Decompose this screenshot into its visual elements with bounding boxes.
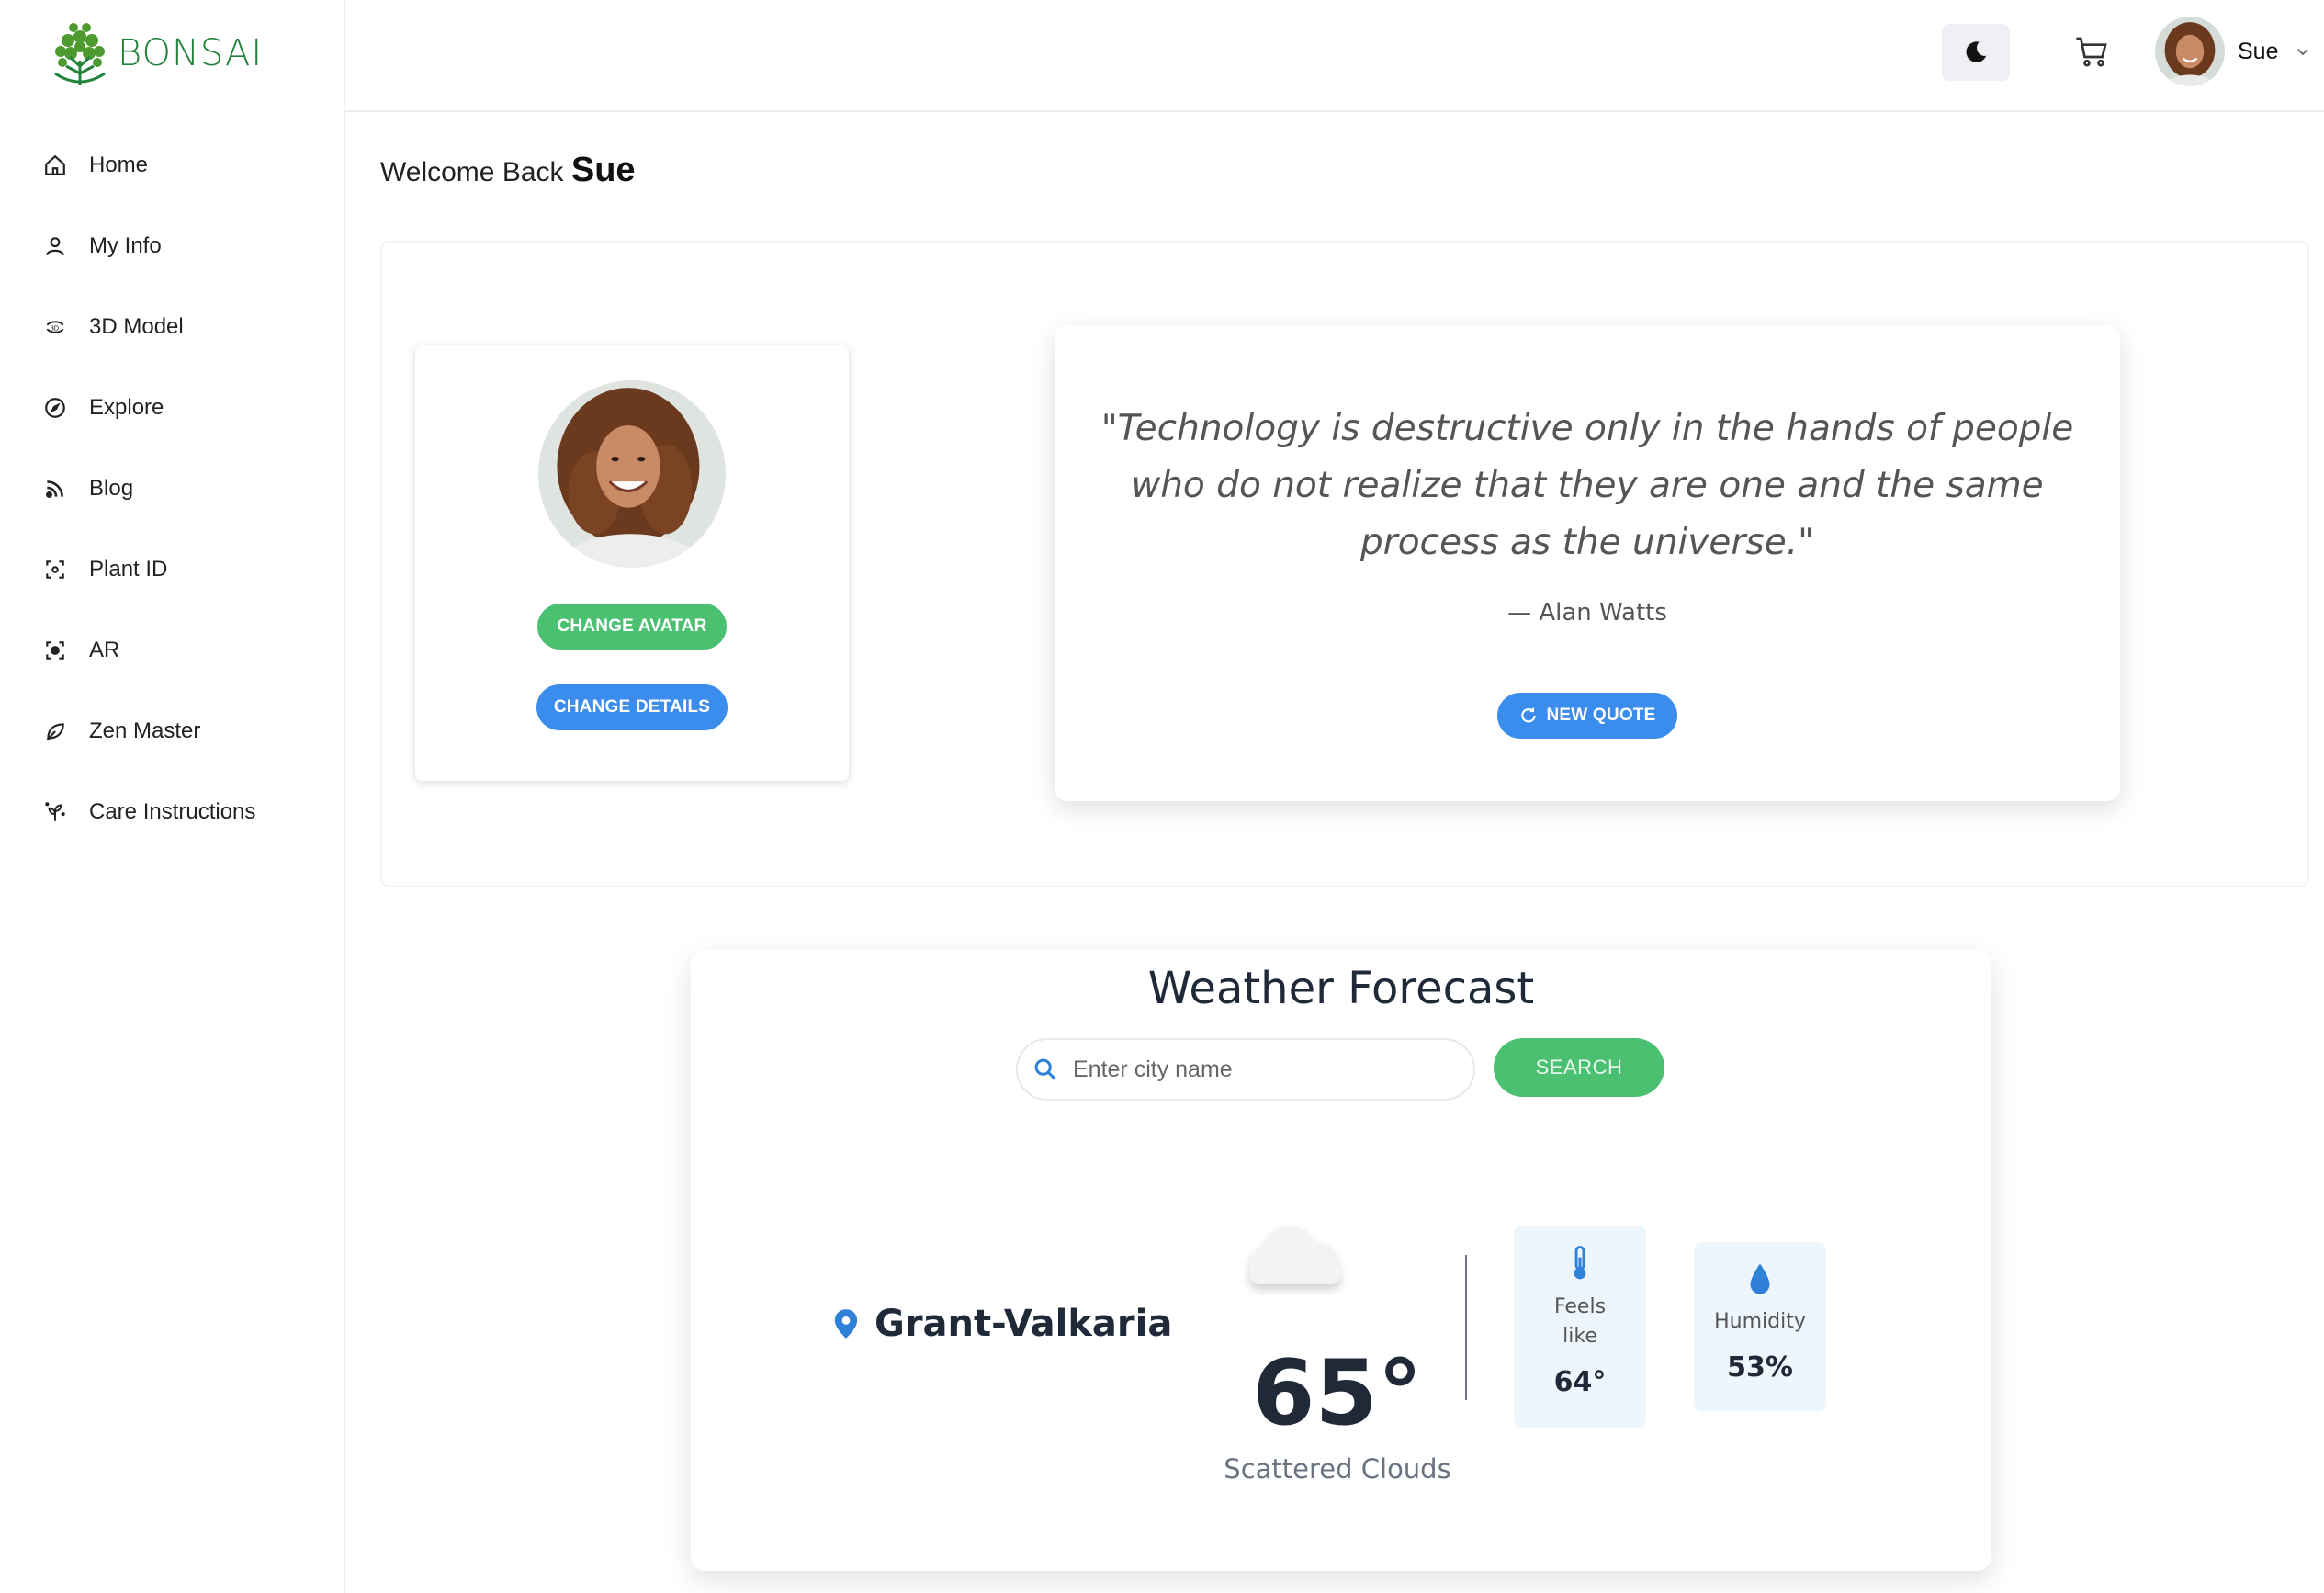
humidity-label: Humidity	[1714, 1310, 1806, 1333]
welcome-heading: Welcome Back Sue	[380, 151, 636, 190]
topbar: Sue	[345, 0, 2324, 112]
user-name: Sue	[2238, 38, 2279, 64]
chevron-down-icon	[2297, 49, 2309, 56]
quote-text: "Technology is destructive only in the h…	[1100, 408, 2074, 563]
user-icon	[42, 233, 68, 259]
svg-text:3D: 3D	[51, 323, 60, 332]
sidebar-nav: Home My Info 3D 3D Model Explore Blog Pl…	[42, 125, 255, 853]
feels-like-value: 64°	[1553, 1366, 1607, 1398]
city-search-input[interactable]	[1071, 1055, 1442, 1084]
divider	[1465, 1255, 1467, 1400]
compass-icon	[42, 395, 68, 421]
welcome-prefix: Welcome Back	[380, 157, 564, 187]
sidebar-item-label: Care Instructions	[89, 799, 256, 824]
humidity-card: Humidity 53%	[1694, 1242, 1826, 1411]
new-quote-button[interactable]: NEW QUOTE	[1497, 693, 1677, 739]
sidebar-item-plant-id[interactable]: Plant ID	[42, 529, 255, 610]
user-menu[interactable]: Sue	[2155, 17, 2311, 86]
sidebar-item-label: Home	[89, 153, 149, 177]
welcome-user-name: Sue	[570, 151, 636, 189]
location: Grant-Valkaria	[832, 1303, 1172, 1345]
feels-like-label: Feels like	[1553, 1295, 1607, 1348]
sidebar-item-zen-master[interactable]: Zen Master	[42, 691, 255, 772]
sidebar-item-label: Explore	[89, 395, 164, 420]
sidebar-item-home[interactable]: Home	[42, 125, 255, 206]
weather-condition: Scattered Clouds	[1224, 1453, 1451, 1485]
water-drop-icon	[1750, 1263, 1770, 1294]
sidebar: BONSAI Home My Info 3D 3D Model Explore	[0, 0, 345, 1593]
scan-icon	[42, 557, 68, 582]
sidebar-item-care-instructions[interactable]: Care Instructions	[42, 772, 255, 853]
humidity-value: 53%	[1727, 1351, 1793, 1384]
search-button[interactable]: SEARCH	[1494, 1038, 1664, 1097]
sidebar-item-label: My Info	[89, 233, 162, 258]
moon-icon	[1966, 41, 1987, 62]
avatar	[2155, 17, 2225, 86]
city-search-box	[1016, 1038, 1475, 1101]
thermometer-icon	[1574, 1246, 1586, 1280]
profile-card: CHANGE AVATAR CHANGE DETAILS	[415, 345, 849, 781]
location-name: Grant-Valkaria	[874, 1303, 1173, 1345]
cloud-icon	[1236, 1213, 1356, 1300]
sidebar-item-ar[interactable]: AR	[42, 610, 255, 691]
refresh-icon	[1520, 707, 1536, 723]
theme-toggle-button[interactable]	[1942, 24, 2010, 81]
location-pin-icon	[834, 1309, 858, 1339]
feels-like-card: Feels like 64°	[1514, 1226, 1646, 1428]
leaf-icon	[42, 718, 68, 744]
quote-card: "Technology is destructive only in the h…	[1055, 325, 2120, 801]
sprout-icon	[42, 799, 68, 825]
sidebar-item-my-info[interactable]: My Info	[42, 206, 255, 287]
profile-avatar	[538, 380, 726, 568]
sidebar-item-label: Plant ID	[89, 557, 168, 582]
brand-logo[interactable]: BONSAI	[48, 18, 263, 88]
quote-author: — Alan Watts	[1507, 599, 1667, 627]
sidebar-item-blog[interactable]: Blog	[42, 448, 255, 529]
change-avatar-button[interactable]: CHANGE AVATAR	[537, 604, 727, 650]
cart-icon	[2076, 37, 2107, 67]
temperature: 65°	[1252, 1341, 1423, 1446]
cart-button[interactable]	[2065, 26, 2118, 79]
ar-scan-icon	[42, 638, 68, 663]
sidebar-item-3d-model[interactable]: 3D 3D Model	[42, 287, 255, 367]
bonsai-tree-icon	[54, 23, 106, 85]
weather-title: Weather Forecast	[1147, 963, 1535, 1014]
change-details-button[interactable]: CHANGE DETAILS	[536, 684, 728, 730]
weather-card: Weather Forecast SEARCH Grant-Valkaria 6…	[691, 950, 1991, 1571]
new-quote-label: NEW QUOTE	[1546, 706, 1656, 725]
sidebar-item-label: Blog	[89, 476, 134, 501]
3d-rotate-icon: 3D	[42, 314, 68, 340]
sidebar-item-label: Zen Master	[89, 718, 201, 743]
sidebar-item-explore[interactable]: Explore	[42, 367, 255, 448]
rss-icon	[42, 476, 68, 502]
sidebar-item-label: AR	[89, 638, 120, 662]
home-icon	[42, 153, 68, 178]
sidebar-item-label: 3D Model	[89, 314, 184, 339]
search-icon	[1034, 1058, 1056, 1080]
brand-name: BONSAI	[118, 32, 264, 74]
